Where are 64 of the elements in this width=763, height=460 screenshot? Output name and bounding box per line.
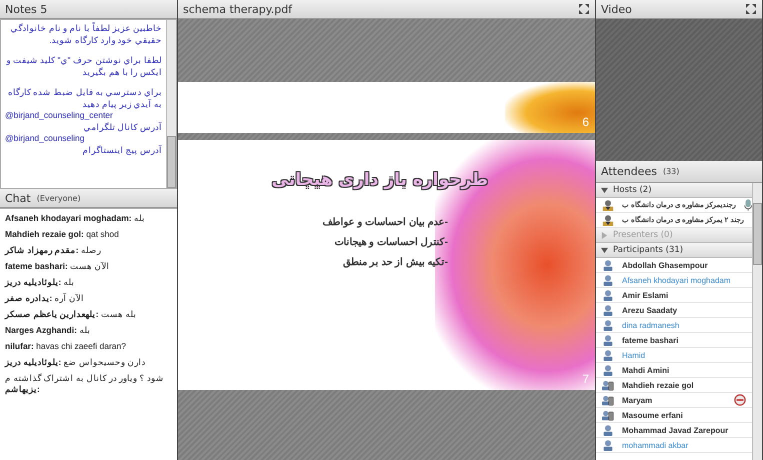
user-icon <box>602 274 614 286</box>
attendee-row[interactable]: Amir Eslami <box>596 288 752 303</box>
fullscreen-icon[interactable] <box>578 3 590 15</box>
attendee-count: (33) <box>662 167 680 176</box>
user-icon <box>602 364 614 376</box>
attendee-row[interactable]: Maryam <box>596 393 752 408</box>
attendee-row[interactable]: dina radmanesh <box>596 318 752 333</box>
attendee-row[interactable]: Mahdi Amini <box>596 363 752 378</box>
panel-title: Video <box>601 2 632 16</box>
expanded-arrow-icon <box>601 186 608 194</box>
attendee-row[interactable]: Mahdieh rezaie gol <box>596 378 752 393</box>
slide-bullet: -عدم بیان احساسات و عواطف <box>322 216 448 228</box>
slide-bullet: -تکیه بیش از حد بر منطق <box>342 256 448 268</box>
chat-message: بله :یلوئادیلیه دریز <box>5 277 76 288</box>
attendee-row[interactable]: mohammadi akbar <box>596 438 752 453</box>
chat-message: الآن آره :یدادره صفر <box>5 293 85 304</box>
user-icon <box>602 259 614 271</box>
page-number: 6 <box>582 115 589 129</box>
chat-message: رصله :مقدم رمهزاد شاکر <box>5 245 102 256</box>
scrollbar[interactable] <box>752 183 762 460</box>
collapsed-arrow-icon <box>601 232 608 238</box>
panel-title: Attendees <box>601 165 657 178</box>
note-text: آدرس کانال تلگرامي <box>82 122 162 133</box>
chat-audience: (Everyone) <box>36 194 81 202</box>
chat-message: Mahdieh rezaie gol: qat shod <box>5 229 120 240</box>
chat-message: بله هست :یلهعدارین یاعظم صسکر <box>5 309 138 320</box>
fullscreen-icon[interactable] <box>745 3 757 15</box>
chat-message: شود ؟ ویاور در کانال به اشتراک گذاشته م :یزیهاشم <box>5 373 165 395</box>
group-header[interactable]: Participants (31) <box>596 243 752 258</box>
panel-title: Notes 5 <box>5 2 48 16</box>
user-icon <box>602 439 614 451</box>
user-icon <box>602 304 614 316</box>
user-icon <box>602 424 614 436</box>
attendee-row[interactable]: Afsaneh khodayari moghadam <box>596 273 752 288</box>
note-text: آدرس پيج اينستاگرام <box>81 144 162 156</box>
user-icon <box>602 319 614 331</box>
group-header[interactable]: Hosts (2) <box>596 183 752 198</box>
note-link-text: @birjand_counseling_center <box>5 110 114 122</box>
user-icon <box>602 349 614 361</box>
page-number: 7 <box>582 372 589 386</box>
panel-title: schema therapy.pdf <box>183 2 292 16</box>
attendee-row[interactable]: Abdollah Ghasempour <box>596 258 752 273</box>
expanded-arrow-icon <box>601 246 608 254</box>
chat-message: nilufar: havas chi zaeefi daran? <box>5 341 127 352</box>
user-icon <box>602 334 614 346</box>
user-phone-icon <box>602 409 614 421</box>
host-icon <box>602 214 614 226</box>
panel-title: Chat <box>5 192 31 204</box>
attendee-row[interactable]: fateme bashari <box>596 333 752 348</box>
note-link-text: @birjand_counseling <box>5 133 86 144</box>
chat-message: دارن وحسیحواس ضع :یلوئادیلیه دریز <box>5 357 146 368</box>
note-text: خاطبين عزيز لطفاً با نام و نام خانوادگي حقيقي خود وارد کارگاه شويد. <box>9 23 162 46</box>
scrollbar[interactable] <box>166 20 176 188</box>
user-phone-icon <box>602 379 614 391</box>
user-icon <box>602 289 614 301</box>
attendee-row[interactable]: Arezu Saadaty <box>596 303 752 318</box>
note-text: براي دسترسي به فايل ضبط شده کارگاه به آيدي زير پيام دهيد <box>6 87 162 110</box>
attendee-row[interactable]: Hamid <box>596 348 752 363</box>
user-phone-icon <box>602 394 614 406</box>
host-icon <box>602 199 614 211</box>
note-text: لطفا براي نوشتن حرف "ي" کليد شيفت و ايکس را با هم بگيريد <box>5 55 162 78</box>
attendee-row[interactable]: Mohammad Javad Zarepour <box>596 423 752 438</box>
attendee-row[interactable]: Masoume erfani <box>596 408 752 423</box>
slide-bullet: -کنترل احساسات و هیجانات <box>333 236 448 248</box>
